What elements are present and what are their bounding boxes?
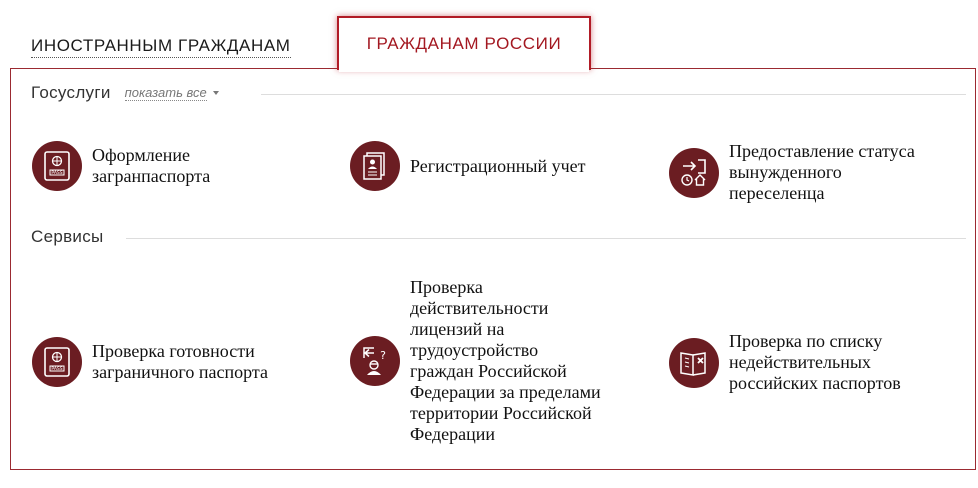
svg-text:?: ? (380, 349, 386, 362)
service-item-label: Проверка готовности заграничного паспорт… (92, 341, 268, 382)
svg-text:PASS: PASS (51, 366, 62, 372)
service-item-label: Проверка действительности лицензий на тр… (410, 277, 601, 444)
invalid-passport-book-icon (669, 337, 719, 388)
service-item-passport[interactable]: PASS Оформление загранпаспорта (32, 141, 210, 191)
gosuslugi-divider (261, 94, 966, 95)
service-item-registration[interactable]: Регистрационный учет (350, 141, 586, 191)
worker-license-check-icon: ? (350, 336, 400, 386)
tab-russian-citizens[interactable]: ГРАЖДАНАМ РОССИИ (337, 16, 591, 70)
service-item-license-check[interactable]: ? Проверка действительности лицензий на … (350, 277, 601, 445)
resettlement-arrow-clock-house-icon (669, 147, 719, 198)
services-divider (126, 238, 966, 239)
svg-text:PASS: PASS (51, 170, 62, 176)
service-item-invalid-passports[interactable]: Проверка по списку недействительных росс… (669, 331, 901, 394)
gosuslugi-header: Госуслуги показать все (31, 83, 219, 103)
show-all-caret-icon[interactable] (212, 91, 219, 95)
passport-icon: PASS (32, 337, 82, 387)
tab-foreign-citizens[interactable]: ИНОСТРАННЫМ ГРАЖДАНАМ (31, 36, 291, 58)
services-title: Сервисы (31, 227, 104, 246)
service-item-label: Предоставление статуса вынужденного пере… (729, 141, 915, 203)
services-header: Сервисы (31, 227, 104, 247)
services-panel: Госуслуги показать все PASS Оформление з… (10, 68, 976, 470)
gosuslugi-title: Госуслуги (31, 83, 111, 102)
active-tab-connector (339, 66, 589, 72)
passport-icon: PASS (32, 141, 82, 191)
service-item-label: Проверка по списку недействительных росс… (729, 331, 901, 393)
service-item-resettlement[interactable]: Предоставление статуса вынужденного пере… (669, 141, 915, 204)
service-item-label: Регистрационный учет (410, 155, 586, 176)
service-item-label: Оформление загранпаспорта (92, 145, 211, 186)
show-all-link[interactable]: показать все (124, 85, 207, 101)
registration-document-icon (350, 141, 400, 191)
citizen-tabs: ИНОСТРАННЫМ ГРАЖДАНАМ ГРАЖДАНАМ РОССИИ (0, 0, 978, 72)
service-item-passport-readiness[interactable]: PASS Проверка готовности заграничного па… (32, 337, 268, 387)
